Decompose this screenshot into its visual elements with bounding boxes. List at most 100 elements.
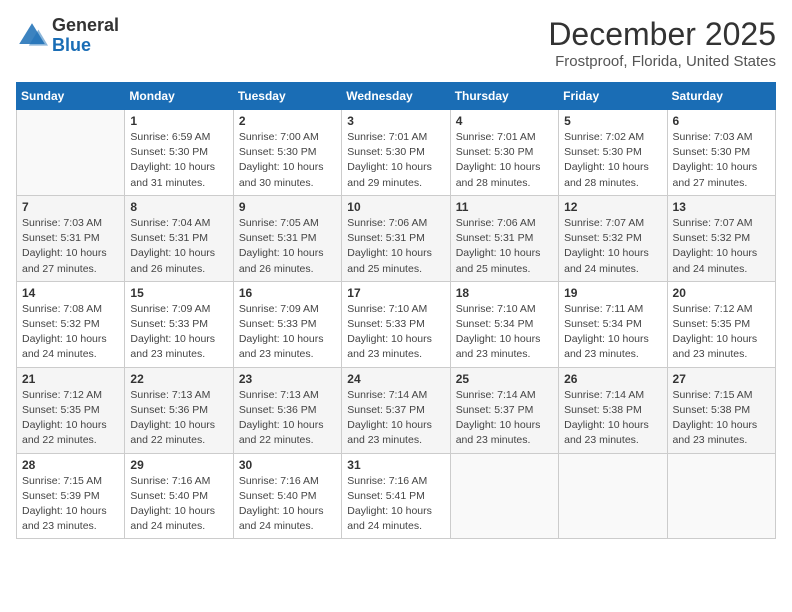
calendar-cell: 5Sunrise: 7:02 AM Sunset: 5:30 PM Daylig… bbox=[559, 110, 667, 196]
day-number: 23 bbox=[239, 372, 336, 386]
day-info: Sunrise: 7:04 AM Sunset: 5:31 PM Dayligh… bbox=[130, 216, 227, 277]
day-info: Sunrise: 7:08 AM Sunset: 5:32 PM Dayligh… bbox=[22, 302, 119, 363]
calendar-cell: 15 Sunrise: 7:09 AM Sunset: 5:33 PM Dayli… bbox=[125, 281, 233, 367]
day-number: 1 bbox=[130, 114, 227, 128]
page-header: General Blue December 2025 Frostproof, F… bbox=[16, 16, 776, 70]
title-block: December 2025 Frostproof, Florida, Unite… bbox=[548, 16, 776, 70]
calendar-cell: 30Sunrise: 7:16 AM Sunset: 5:40 PM Dayli… bbox=[233, 453, 341, 539]
day-number: 24 bbox=[347, 372, 444, 386]
calendar-header-sunday: Sunday bbox=[17, 83, 125, 110]
day-number: 19 bbox=[564, 286, 661, 300]
day-info: Sunrise: 7:14 AM Sunset: 5:37 PM Dayligh… bbox=[347, 388, 444, 449]
calendar-cell: 9 Sunrise: 7:05 AM Sunset: 5:31 PM Daylig… bbox=[233, 195, 341, 281]
calendar-cell: 8 Sunrise: 7:04 AM Sunset: 5:31 PM Daylig… bbox=[125, 195, 233, 281]
calendar-cell: 26Sunrise: 7:14 AM Sunset: 5:38 PM Dayli… bbox=[559, 367, 667, 453]
calendar-header-monday: Monday bbox=[125, 83, 233, 110]
calendar-cell: 10 Sunrise: 7:06 AM Sunset: 5:31 PM Dayli… bbox=[342, 195, 450, 281]
day-info: Sunrise: 7:06 AM Sunset: 5:31 PM Dayligh… bbox=[456, 216, 553, 277]
day-number: 31 bbox=[347, 458, 444, 472]
calendar-week-row: 7 Sunrise: 7:03 AM Sunset: 5:31 PM Daylig… bbox=[17, 195, 776, 281]
calendar-cell: 29Sunrise: 7:16 AM Sunset: 5:40 PM Dayli… bbox=[125, 453, 233, 539]
day-number: 20 bbox=[673, 286, 770, 300]
calendar-cell: 22 Sunrise: 7:13 AM Sunset: 5:36 PM Dayli… bbox=[125, 367, 233, 453]
calendar-cell: 17 Sunrise: 7:10 AM Sunset: 5:33 PM Dayli… bbox=[342, 281, 450, 367]
day-info: Sunrise: 7:07 AM Sunset: 5:32 PM Dayligh… bbox=[673, 216, 770, 277]
calendar-cell: 24 Sunrise: 7:14 AM Sunset: 5:37 PM Dayli… bbox=[342, 367, 450, 453]
calendar-cell: 20 Sunrise: 7:12 AM Sunset: 5:35 PM Dayli… bbox=[667, 281, 775, 367]
day-number: 9 bbox=[239, 200, 336, 214]
day-number: 6 bbox=[673, 114, 770, 128]
day-number: 29 bbox=[130, 458, 227, 472]
calendar-header-wednesday: Wednesday bbox=[342, 83, 450, 110]
day-number: 2 bbox=[239, 114, 336, 128]
day-info: Sunrise: 7:16 AM Sunset: 5:40 PM Dayligh… bbox=[239, 474, 336, 535]
calendar-header-saturday: Saturday bbox=[667, 83, 775, 110]
day-info: Sunrise: 7:12 AM Sunset: 5:35 PM Dayligh… bbox=[673, 302, 770, 363]
day-number: 10 bbox=[347, 200, 444, 214]
day-info: Sunrise: 7:10 AM Sunset: 5:34 PM Dayligh… bbox=[456, 302, 553, 363]
day-info: Sunrise: 7:14 AM Sunset: 5:38 PM Dayligh… bbox=[564, 388, 661, 449]
calendar: SundayMondayTuesdayWednesdayThursdayFrid… bbox=[16, 82, 776, 539]
day-info: Sunrise: 7:09 AM Sunset: 5:33 PM Dayligh… bbox=[239, 302, 336, 363]
calendar-header-thursday: Thursday bbox=[450, 83, 558, 110]
logo-text: General Blue bbox=[52, 16, 119, 56]
day-number: 17 bbox=[347, 286, 444, 300]
day-info: Sunrise: 7:06 AM Sunset: 5:31 PM Dayligh… bbox=[347, 216, 444, 277]
calendar-cell: 31 Sunrise: 7:16 AM Sunset: 5:41 PM Dayli… bbox=[342, 453, 450, 539]
day-info: Sunrise: 7:03 AM Sunset: 5:31 PM Dayligh… bbox=[22, 216, 119, 277]
day-info: Sunrise: 7:05 AM Sunset: 5:31 PM Dayligh… bbox=[239, 216, 336, 277]
calendar-cell bbox=[559, 453, 667, 539]
day-info: Sunrise: 7:13 AM Sunset: 5:36 PM Dayligh… bbox=[239, 388, 336, 449]
day-info: Sunrise: 7:07 AM Sunset: 5:32 PM Dayligh… bbox=[564, 216, 661, 277]
calendar-cell: 7 Sunrise: 7:03 AM Sunset: 5:31 PM Daylig… bbox=[17, 195, 125, 281]
calendar-header-row: SundayMondayTuesdayWednesdayThursdayFrid… bbox=[17, 83, 776, 110]
day-number: 7 bbox=[22, 200, 119, 214]
day-number: 13 bbox=[673, 200, 770, 214]
day-info: Sunrise: 7:01 AM Sunset: 5:30 PM Dayligh… bbox=[456, 130, 553, 191]
location: Frostproof, Florida, United States bbox=[548, 53, 776, 70]
day-number: 11 bbox=[456, 200, 553, 214]
calendar-cell bbox=[17, 110, 125, 196]
day-number: 21 bbox=[22, 372, 119, 386]
day-number: 16 bbox=[239, 286, 336, 300]
day-info: Sunrise: 6:59 AM Sunset: 5:30 PM Dayligh… bbox=[130, 130, 227, 191]
day-info: Sunrise: 7:03 AM Sunset: 5:30 PM Dayligh… bbox=[673, 130, 770, 191]
logo-icon bbox=[16, 20, 48, 52]
calendar-week-row: 21Sunrise: 7:12 AM Sunset: 5:35 PM Dayli… bbox=[17, 367, 776, 453]
day-number: 27 bbox=[673, 372, 770, 386]
calendar-cell: 18Sunrise: 7:10 AM Sunset: 5:34 PM Dayli… bbox=[450, 281, 558, 367]
calendar-cell: 1 Sunrise: 6:59 AM Sunset: 5:30 PM Daylig… bbox=[125, 110, 233, 196]
calendar-week-row: 28Sunrise: 7:15 AM Sunset: 5:39 PM Dayli… bbox=[17, 453, 776, 539]
day-info: Sunrise: 7:16 AM Sunset: 5:41 PM Dayligh… bbox=[347, 474, 444, 535]
day-info: Sunrise: 7:01 AM Sunset: 5:30 PM Dayligh… bbox=[347, 130, 444, 191]
day-number: 15 bbox=[130, 286, 227, 300]
day-info: Sunrise: 7:14 AM Sunset: 5:37 PM Dayligh… bbox=[456, 388, 553, 449]
day-info: Sunrise: 7:10 AM Sunset: 5:33 PM Dayligh… bbox=[347, 302, 444, 363]
calendar-cell: 11 Sunrise: 7:06 AM Sunset: 5:31 PM Dayli… bbox=[450, 195, 558, 281]
calendar-cell: 6 Sunrise: 7:03 AM Sunset: 5:30 PM Daylig… bbox=[667, 110, 775, 196]
day-number: 8 bbox=[130, 200, 227, 214]
calendar-cell: 14Sunrise: 7:08 AM Sunset: 5:32 PM Dayli… bbox=[17, 281, 125, 367]
calendar-cell: 13 Sunrise: 7:07 AM Sunset: 5:32 PM Dayli… bbox=[667, 195, 775, 281]
calendar-cell: 12Sunrise: 7:07 AM Sunset: 5:32 PM Dayli… bbox=[559, 195, 667, 281]
day-info: Sunrise: 7:13 AM Sunset: 5:36 PM Dayligh… bbox=[130, 388, 227, 449]
calendar-cell: 16 Sunrise: 7:09 AM Sunset: 5:33 PM Dayli… bbox=[233, 281, 341, 367]
day-info: Sunrise: 7:11 AM Sunset: 5:34 PM Dayligh… bbox=[564, 302, 661, 363]
calendar-cell: 28Sunrise: 7:15 AM Sunset: 5:39 PM Dayli… bbox=[17, 453, 125, 539]
day-number: 5 bbox=[564, 114, 661, 128]
calendar-cell bbox=[667, 453, 775, 539]
calendar-header-tuesday: Tuesday bbox=[233, 83, 341, 110]
day-number: 25 bbox=[456, 372, 553, 386]
calendar-week-row: 1 Sunrise: 6:59 AM Sunset: 5:30 PM Daylig… bbox=[17, 110, 776, 196]
calendar-cell: 4 Sunrise: 7:01 AM Sunset: 5:30 PM Daylig… bbox=[450, 110, 558, 196]
calendar-week-row: 14Sunrise: 7:08 AM Sunset: 5:32 PM Dayli… bbox=[17, 281, 776, 367]
calendar-cell: 21Sunrise: 7:12 AM Sunset: 5:35 PM Dayli… bbox=[17, 367, 125, 453]
calendar-cell: 27Sunrise: 7:15 AM Sunset: 5:38 PM Dayli… bbox=[667, 367, 775, 453]
day-number: 28 bbox=[22, 458, 119, 472]
day-number: 22 bbox=[130, 372, 227, 386]
calendar-cell: 23 Sunrise: 7:13 AM Sunset: 5:36 PM Dayli… bbox=[233, 367, 341, 453]
logo-general: General bbox=[52, 15, 119, 35]
calendar-cell: 25 Sunrise: 7:14 AM Sunset: 5:37 PM Dayli… bbox=[450, 367, 558, 453]
day-info: Sunrise: 7:09 AM Sunset: 5:33 PM Dayligh… bbox=[130, 302, 227, 363]
day-number: 4 bbox=[456, 114, 553, 128]
